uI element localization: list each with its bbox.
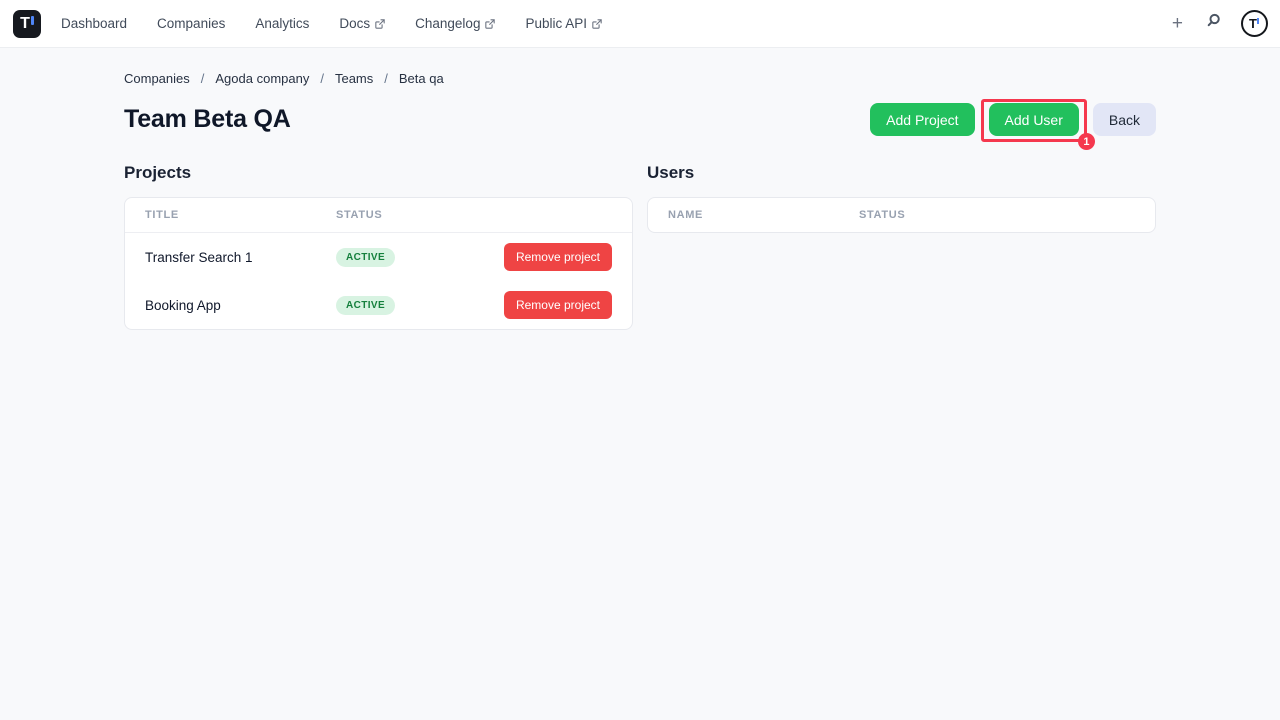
- projects-table: Title Status Transfer Search 1 ACTIVE Re…: [124, 197, 633, 330]
- table-row: Booking App ACTIVE Remove project: [125, 281, 632, 329]
- app-logo[interactable]: T: [13, 10, 41, 38]
- add-project-button[interactable]: Add Project: [870, 103, 974, 136]
- breadcrumb-item-teams[interactable]: Teams: [335, 71, 373, 86]
- annotation-step-badge: 1: [1078, 133, 1095, 150]
- column-header-title: Title: [145, 209, 336, 221]
- projects-table-header: Title Status: [125, 198, 632, 233]
- nav-item-label: Docs: [339, 16, 370, 31]
- app-logo-letter: T: [20, 16, 30, 32]
- page-content: Companies / Agoda company / Teams / Beta…: [124, 48, 1156, 330]
- remove-project-button[interactable]: Remove project: [504, 291, 612, 319]
- nav-right-controls: + T: [1170, 10, 1268, 37]
- external-link-icon: [485, 17, 495, 32]
- project-status-cell: ACTIVE: [336, 247, 504, 267]
- sections-grid: Projects Title Status Transfer Search 1 …: [124, 163, 1156, 330]
- project-title: Booking App: [145, 298, 336, 313]
- nav-item-label: Public API: [525, 16, 587, 31]
- status-badge: ACTIVE: [336, 248, 395, 267]
- nav-item-label: Changelog: [415, 16, 480, 31]
- page-actions: Add Project Add User 1 Back: [870, 103, 1156, 136]
- breadcrumb-item-team[interactable]: Beta qa: [399, 71, 444, 86]
- user-avatar[interactable]: T: [1241, 10, 1268, 37]
- users-heading: Users: [647, 163, 1156, 183]
- nav-menu: Dashboard Companies Analytics Docs Chang…: [61, 16, 602, 32]
- breadcrumb-separator: /: [320, 71, 324, 86]
- breadcrumb-separator: /: [201, 71, 205, 86]
- project-title: Transfer Search 1: [145, 250, 336, 265]
- users-table: Name Status: [647, 197, 1156, 233]
- breadcrumb-item-company[interactable]: Agoda company: [215, 71, 309, 86]
- nav-item-dashboard[interactable]: Dashboard: [61, 16, 127, 31]
- column-header-status: Status: [859, 209, 1135, 221]
- back-button[interactable]: Back: [1093, 103, 1156, 136]
- search-icon[interactable]: [1204, 12, 1222, 35]
- nav-item-docs[interactable]: Docs: [339, 16, 385, 32]
- breadcrumb-item-companies[interactable]: Companies: [124, 71, 190, 86]
- nav-item-companies[interactable]: Companies: [157, 16, 225, 31]
- external-link-icon: [375, 17, 385, 32]
- add-user-button[interactable]: Add User: [989, 103, 1079, 136]
- breadcrumb: Companies / Agoda company / Teams / Beta…: [124, 71, 1156, 86]
- plus-icon[interactable]: +: [1170, 14, 1185, 33]
- top-navigation: T Dashboard Companies Analytics Docs Cha…: [0, 0, 1280, 48]
- column-header-status: Status: [336, 209, 612, 221]
- status-badge: ACTIVE: [336, 296, 395, 315]
- avatar-logo-accent: [1257, 18, 1259, 24]
- breadcrumb-separator: /: [384, 71, 388, 86]
- page-title: Team Beta QA: [124, 105, 291, 134]
- avatar-logo-letter: T: [1249, 17, 1257, 30]
- projects-section: Projects Title Status Transfer Search 1 …: [124, 163, 633, 330]
- app-logo-accent: [31, 16, 34, 25]
- projects-heading: Projects: [124, 163, 633, 183]
- nav-item-changelog[interactable]: Changelog: [415, 16, 495, 32]
- external-link-icon: [592, 17, 602, 32]
- table-row: Transfer Search 1 ACTIVE Remove project: [125, 233, 632, 281]
- nav-item-public-api[interactable]: Public API: [525, 16, 602, 32]
- users-table-header: Name Status: [648, 198, 1155, 232]
- title-row: Team Beta QA Add Project Add User 1 Back: [124, 103, 1156, 136]
- project-status-cell: ACTIVE: [336, 295, 504, 315]
- add-user-annotated-wrapper: Add User 1: [989, 103, 1079, 136]
- nav-item-analytics[interactable]: Analytics: [255, 16, 309, 31]
- remove-project-button[interactable]: Remove project: [504, 243, 612, 271]
- users-section: Users Name Status: [647, 163, 1156, 330]
- column-header-name: Name: [668, 209, 859, 221]
